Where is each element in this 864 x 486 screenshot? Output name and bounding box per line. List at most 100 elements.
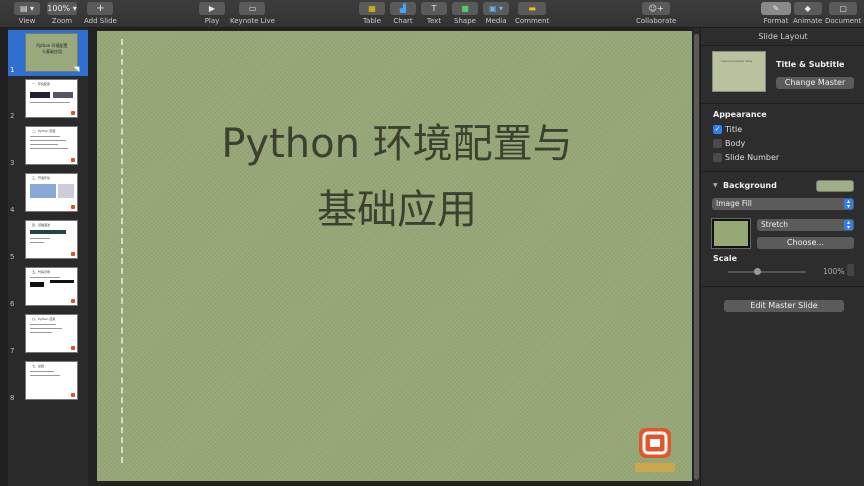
thumb-text-line [30,375,60,376]
window-edge [0,28,8,486]
thumb-image-block [30,92,50,98]
keynote-live-icon: ▭ [239,2,266,15]
slide-thumbnail-2[interactable]: 一、环境配置 2 [8,76,88,122]
thumb-text-line [30,148,68,149]
slide-thumb-image: 四、基础语法 [25,220,78,259]
collaborate-button[interactable]: ☺+ Collaborate [636,2,676,25]
thumb-text-line [30,332,52,333]
title-checkbox[interactable]: ✓ [713,125,722,134]
thumb-text-line [30,324,56,325]
collaborate-icon: ☺+ [642,2,671,15]
play-icon: ▶ [199,2,225,15]
chart-icon: ▟ [390,2,416,15]
slide-thumbnail-7[interactable]: 六、Python 应用 7 [8,311,88,357]
thumb-image-block [30,230,66,234]
fill-type-value: Image Fill [716,199,752,208]
document-button[interactable]: ▢ Document [825,2,861,25]
scale-label: Scale [713,254,738,263]
comment-button[interactable]: ▬ Comment [515,2,549,25]
choose-button[interactable]: Choose... [757,237,854,249]
thumb-image-block [50,280,74,283]
add-slide-button[interactable]: + Add Slide [84,2,117,25]
appearance-heading: Appearance [713,110,767,119]
thumb-text-line [30,140,66,141]
comment-icon: ▬ [518,2,547,15]
background-color-swatch[interactable] [816,180,854,192]
image-fill-preview[interactable] [711,218,751,249]
scale-slider-knob[interactable] [754,268,761,275]
play-button[interactable]: ▶ Play [199,2,225,25]
fill-type-select[interactable]: Image Fill ▴ ▾ [712,198,854,210]
current-slide[interactable]: Python 环境配置与 基础应用 [97,31,692,481]
scrollbar-knob[interactable] [694,34,699,480]
thumb-logo [71,111,75,115]
zoom-value: 100% ▾ [47,2,77,15]
thumb-image-block [58,184,74,198]
slide-thumbnail-6[interactable]: 五、代码示例 6 [8,264,88,310]
view-button[interactable]: ▤ ▾ View [14,2,40,25]
layout-name: Title & Subtitle [776,60,845,69]
zoom-button[interactable]: 100% ▾ Zoom [47,2,77,25]
watermark-logo-icon [635,428,675,472]
thumb-text-line [30,277,60,278]
thumb-text-line [30,242,44,243]
disclosure-triangle-icon[interactable]: ▼ [713,182,718,189]
canvas-scrollbar[interactable] [693,28,700,486]
scale-stepper[interactable] [847,264,854,276]
stitch-decoration [121,39,124,463]
format-inspector: Slide Layout Layout preview Slide Title … [700,28,864,486]
title-checkbox-label: Title [725,125,743,134]
thumb-logo [71,205,75,209]
text-button[interactable]: T Text [421,2,447,25]
format-button[interactable]: ✎ Format [761,2,791,25]
table-button[interactable]: ▦ Table [359,2,385,25]
text-icon: T [421,2,447,15]
thumb-text-line [30,136,60,137]
media-icon: ▣ ▾ [483,2,509,15]
slide-thumb-image: 三、开发环境 [25,173,78,212]
slide-thumbnail-5[interactable]: 四、基础语法 5 [8,217,88,263]
thumb-logo [71,393,75,397]
stretch-select[interactable]: Stretch ▴ ▾ [757,219,854,231]
animate-button[interactable]: ◆ Animate [793,2,822,25]
plus-icon: + [87,2,114,15]
slide-thumbnail-3[interactable]: 二、Python 安装 3 [8,123,88,169]
body-checkbox-label: Body [725,139,746,148]
slide-title[interactable]: Python 环境配置与 基础应用 [197,111,597,243]
slide-navigator: Python 环境配置与基础应用 1 一、环境配置 2 二、Python 安装 … [8,30,88,486]
scale-value[interactable]: 100% [823,267,844,276]
thumb-logo [71,158,75,162]
slide-thumb-image: 六、Python 应用 [25,314,78,353]
slide-thumb-image: Python 环境配置与基础应用 [25,33,78,72]
shape-button[interactable]: ■ Shape [452,2,478,25]
thumb-text-line [30,371,54,372]
view-icon: ▤ ▾ [14,2,40,15]
thumb-image-block [30,184,56,198]
thumb-logo [71,299,75,303]
slide-thumbnail-4[interactable]: 三、开发环境 4 [8,170,88,216]
scale-slider-track[interactable] [728,271,806,273]
shape-icon: ■ [452,2,478,15]
divider [701,171,864,172]
stretch-value: Stretch [761,220,789,229]
thumb-text-line [30,102,70,103]
thumb-text-line [30,144,58,145]
slide-title-line-1: Python 环境配置与 [221,121,573,167]
chart-button[interactable]: ▟ Chart [390,2,416,25]
slide-thumbnail-8[interactable]: 七、总结 8 [8,358,88,404]
body-checkbox[interactable] [713,139,722,148]
select-arrows-icon: ▴ ▾ [844,199,853,210]
slide-thumb-image: 二、Python 安装 [25,126,78,165]
slide-title-line-2: 基础应用 [317,187,477,233]
thumb-logo [71,346,75,350]
slide-number-checkbox-label: Slide Number [725,153,780,162]
slide-thumb-image: 一、环境配置 [25,79,78,118]
divider [701,286,864,287]
thumb-text-line [30,238,50,239]
keynote-live-button[interactable]: ▭ Keynote Live [230,2,275,25]
change-master-button[interactable]: Change Master [776,77,854,89]
edit-master-slide-button[interactable]: Edit Master Slide [724,300,844,312]
divider [701,103,864,104]
slide-number-checkbox[interactable] [713,153,722,162]
media-button[interactable]: ▣ ▾ Media [483,2,509,25]
